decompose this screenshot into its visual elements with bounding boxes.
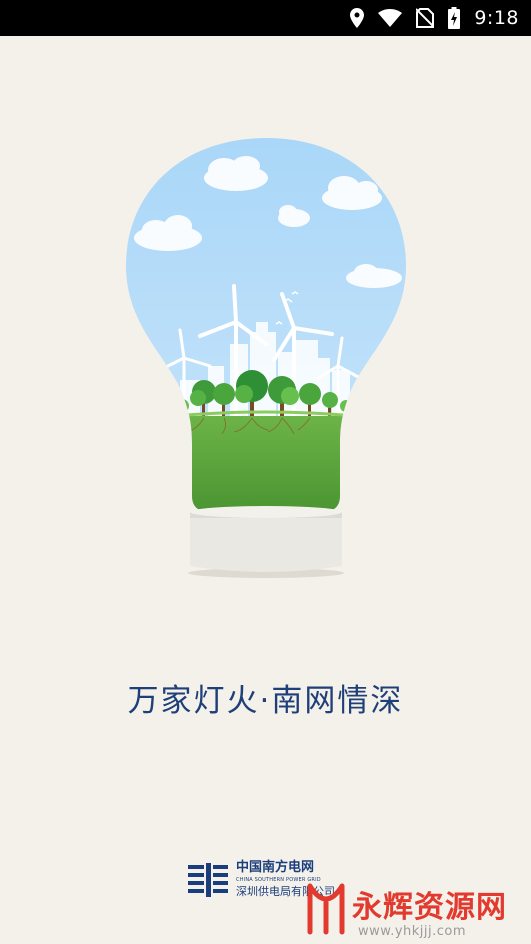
lightbulb-wind-turbine-city-icon	[126, 138, 406, 578]
status-bar: 9:18	[0, 0, 531, 36]
csg-logo-mark-icon	[188, 863, 228, 897]
slogan: 万家灯火·南网情深	[127, 683, 404, 719]
location-icon	[350, 8, 365, 28]
watermark-logo-icon	[307, 883, 345, 935]
no-sim-icon	[416, 8, 435, 28]
watermark: 永辉资源网 www.yhkjjj.com	[300, 880, 526, 940]
watermark-title: 永辉资源网	[352, 890, 507, 925]
status-icons: 9:18	[350, 0, 519, 36]
status-time: 9:18	[474, 7, 519, 29]
wifi-icon	[378, 9, 403, 27]
watermark-url: www.yhkjjj.com	[358, 924, 467, 939]
battery-charging-icon	[448, 7, 461, 29]
org-name-cn: 中国南方电网	[236, 860, 315, 875]
